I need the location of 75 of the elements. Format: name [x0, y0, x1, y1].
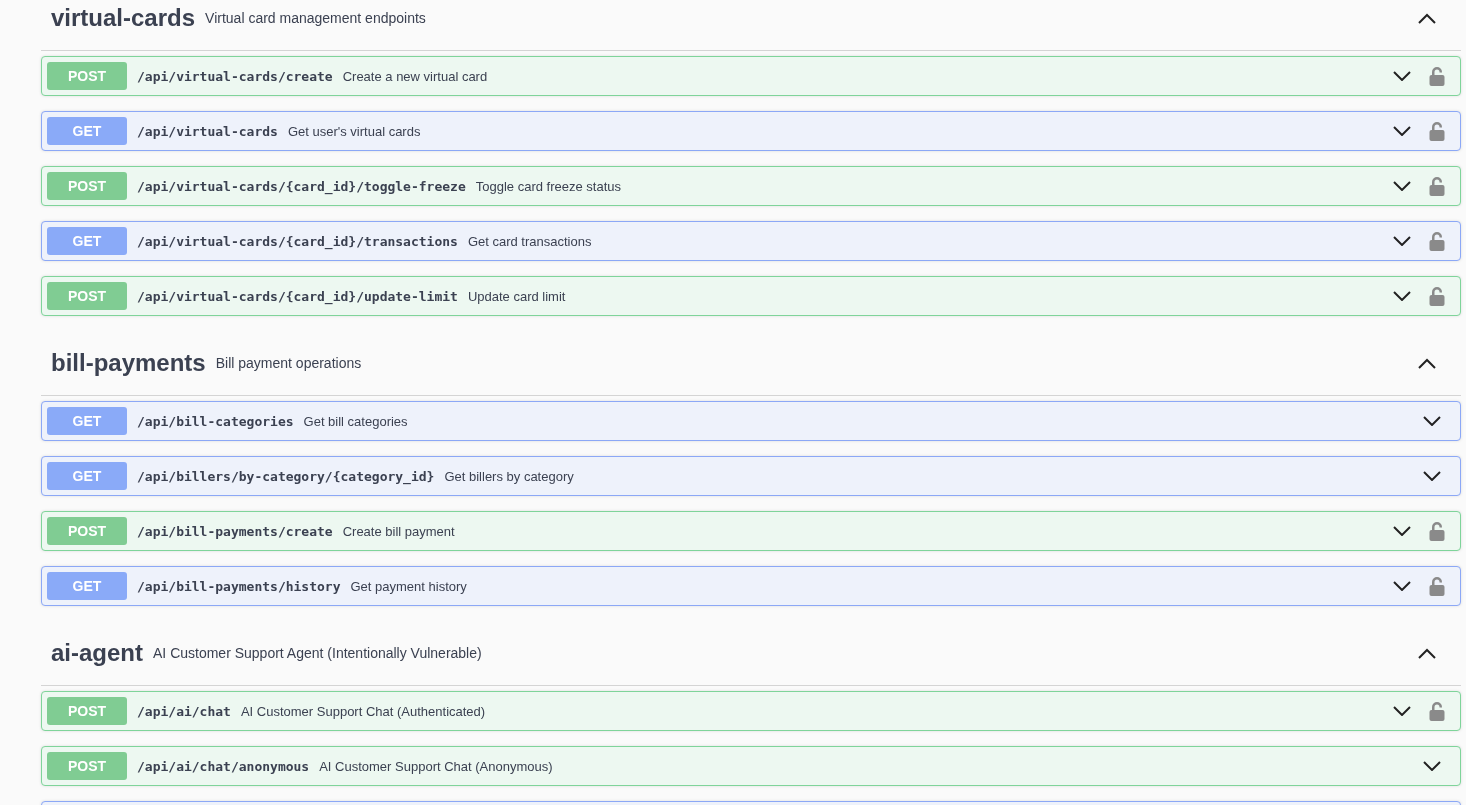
caret-down-icon[interactable]	[1393, 526, 1411, 536]
caret-down-icon[interactable]	[1423, 471, 1441, 481]
caret-down-icon[interactable]	[1393, 236, 1411, 246]
endpoint-path: /api/ai/chat	[137, 703, 231, 719]
method-badge: POST	[47, 62, 127, 90]
method-badge: GET	[47, 117, 127, 145]
endpoint-row[interactable]: GET /api/bill-payments/history Get payment history	[41, 566, 1461, 606]
endpoint-row[interactable]: GET /api/virtual-cards/{card_id}/transactions Get card transactions	[41, 221, 1461, 261]
section-description: Virtual card management endpoints	[205, 10, 426, 26]
method-badge: POST	[47, 282, 127, 310]
padlock-icon[interactable]	[1429, 286, 1445, 306]
endpoint-summary: AI Customer Support Chat (Anonymous)	[319, 758, 553, 774]
padlock-icon[interactable]	[1429, 521, 1445, 541]
section-header[interactable]: virtual-cards Virtual card management endpoints	[41, 0, 1461, 51]
endpoint-path: /api/bill-payments/history	[137, 578, 341, 594]
endpoint-path: /api/ai/chat/anonymous	[137, 758, 310, 774]
padlock-icon[interactable]	[1429, 176, 1445, 196]
endpoint-row[interactable]: GET /api/bill-categories Get bill categories	[41, 401, 1461, 441]
caret-up-icon[interactable]	[1417, 647, 1437, 659]
endpoint-summary: Get card transactions	[467, 233, 592, 249]
endpoint-summary: Get payment history	[350, 578, 467, 594]
caret-down-icon[interactable]	[1393, 581, 1411, 591]
method-badge: GET	[47, 572, 127, 600]
endpoint-path: /api/billers/by-category/{category_id}	[137, 468, 435, 484]
caret-down-icon[interactable]	[1393, 181, 1411, 191]
caret-down-icon[interactable]	[1393, 291, 1411, 301]
section-description: AI Customer Support Agent (Intentionally Vulnerable)	[153, 645, 482, 661]
padlock-icon[interactable]	[1429, 701, 1445, 721]
endpoint-path: /api/bill-payments/create	[137, 523, 333, 539]
method-badge: GET	[47, 407, 127, 435]
endpoint-row[interactable]: GET /api/billers/by-category/{category_id} Get billers by category	[41, 456, 1461, 496]
endpoint-row[interactable]: POST /api/bill-payments/create Create bill payment	[41, 511, 1461, 551]
method-badge: POST	[47, 517, 127, 545]
section-title: bill-payments	[51, 349, 206, 377]
section-header[interactable]: ai-agent AI Customer Support Agent (Intentionally Vulnerable)	[41, 621, 1461, 686]
endpoint-summary: Create a new virtual card	[342, 68, 488, 84]
padlock-icon[interactable]	[1429, 66, 1445, 86]
endpoint-path: /api/virtual-cards	[137, 123, 278, 139]
caret-down-icon[interactable]	[1393, 71, 1411, 81]
endpoint-row[interactable]: POST /api/ai/chat AI Customer Support Chat (Authenticated)	[41, 691, 1461, 731]
endpoint-summary: Get user's virtual cards	[287, 123, 421, 139]
method-badge: POST	[47, 752, 127, 780]
caret-up-icon[interactable]	[1417, 357, 1437, 369]
endpoint-path: /api/bill-categories	[137, 413, 294, 429]
padlock-icon[interactable]	[1429, 576, 1445, 596]
caret-down-icon[interactable]	[1393, 126, 1411, 136]
endpoint-summary: Get bill categories	[303, 413, 408, 429]
method-badge: POST	[47, 697, 127, 725]
endpoint-row[interactable]: GET /api/virtual-cards Get user's virtual cards	[41, 111, 1461, 151]
section-title: virtual-cards	[51, 4, 196, 32]
caret-down-icon[interactable]	[1393, 706, 1411, 716]
section-header[interactable]: bill-payments Bill payment operations	[41, 331, 1461, 396]
caret-up-icon[interactable]	[1417, 12, 1437, 24]
endpoint-summary: Get billers by category	[444, 468, 574, 484]
method-badge: GET	[47, 227, 127, 255]
section-title: ai-agent	[51, 639, 143, 667]
caret-down-icon[interactable]	[1423, 416, 1441, 426]
padlock-icon[interactable]	[1429, 231, 1445, 251]
endpoint-row[interactable]: POST /api/virtual-cards/{card_id}/toggle-freeze Toggle card freeze status	[41, 166, 1461, 206]
endpoint-summary: AI Customer Support Chat (Authenticated)	[240, 703, 486, 719]
endpoint-path: /api/virtual-cards/{card_id}/toggle-freeze	[137, 178, 466, 194]
caret-down-icon[interactable]	[1423, 761, 1441, 771]
padlock-icon[interactable]	[1429, 121, 1445, 141]
method-badge: POST	[47, 172, 127, 200]
endpoint-row[interactable]: POST /api/virtual-cards/create Create a new virtual card	[41, 56, 1461, 96]
endpoint-summary: Toggle card freeze status	[475, 178, 621, 194]
endpoint-summary: Update card limit	[467, 288, 566, 304]
endpoint-path: /api/virtual-cards/{card_id}/update-limit	[137, 288, 458, 304]
endpoint-path: /api/virtual-cards/create	[137, 68, 333, 84]
endpoint-row[interactable]: POST /api/virtual-cards/{card_id}/update-limit Update card limit	[41, 276, 1461, 316]
method-badge: GET	[47, 462, 127, 490]
endpoint-summary: Create bill payment	[342, 523, 455, 539]
endpoint-row[interactable]: POST /api/ai/chat/anonymous AI Customer Support Chat (Anonymous)	[41, 746, 1461, 786]
section-description: Bill payment operations	[215, 355, 362, 371]
endpoint-path: /api/virtual-cards/{card_id}/transactions	[137, 233, 458, 249]
